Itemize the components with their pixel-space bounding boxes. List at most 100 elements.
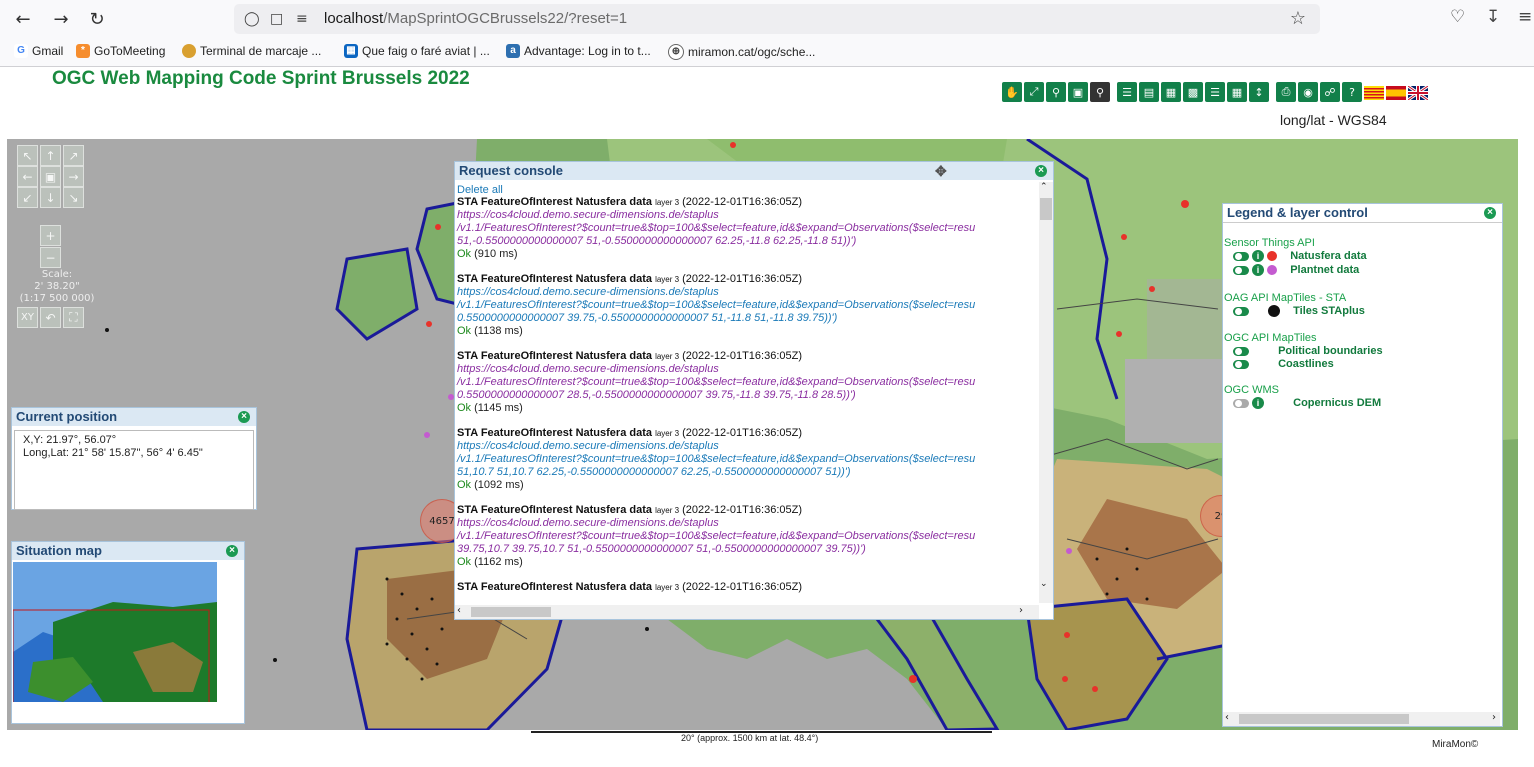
close-icon[interactable]: × <box>1035 165 1047 177</box>
request-url[interactable]: 51,-0.5500000000000007 51,-0.55000000000… <box>457 235 1036 248</box>
help-icon[interactable]: ? <box>1342 82 1362 102</box>
scroll-thumb[interactable] <box>471 607 551 617</box>
pan-north-icon[interactable]: ↑ <box>40 145 61 166</box>
view-icon[interactable]: ▤ <box>1139 82 1159 102</box>
permissions-icon[interactable]: ≡ <box>296 11 308 27</box>
layer-row-tiles-staplus[interactable]: Tiles STAplus <box>1233 305 1365 318</box>
pan-east-icon[interactable]: → <box>63 166 84 187</box>
undo-zoom-icon[interactable]: ↶ <box>40 307 61 328</box>
scroll-up-icon[interactable]: ⌃ <box>1040 182 1048 192</box>
request-url[interactable]: 39.75,10.7 39.75,10.7 51,-0.550000000000… <box>457 543 1036 556</box>
zoom-in-icon[interactable]: + <box>40 225 61 246</box>
address-bar[interactable]: ◯ □ ≡ localhost/MapSprintOGCBrussels22/?… <box>234 4 1320 34</box>
zoom-window-icon[interactable]: ⚲ <box>1046 82 1066 102</box>
pan-hand-icon[interactable]: ✋ <box>1002 82 1022 102</box>
request-url[interactable]: https://cos4cloud.demo.secure-dimensions… <box>457 363 1036 376</box>
zoom-extent-icon[interactable]: ⤢ <box>1024 82 1044 102</box>
camera-icon[interactable]: ◉ <box>1298 82 1318 102</box>
pan-south-icon[interactable]: ↓ <box>40 187 61 208</box>
visibility-toggle[interactable] <box>1233 398 1249 408</box>
request-url[interactable]: /v1.1/FeaturesOfInterest?$count=true&$to… <box>457 299 1036 312</box>
request-url[interactable]: https://cos4cloud.demo.secure-dimensions… <box>457 440 1036 453</box>
zoom-out-icon[interactable]: − <box>40 247 61 268</box>
layer-row-coastlines[interactable]: Coastlines <box>1233 358 1334 370</box>
fullscreen-icon[interactable]: ⛶ <box>63 307 84 328</box>
close-icon[interactable]: × <box>238 411 250 423</box>
forward-icon[interactable]: → <box>48 6 74 32</box>
scroll-right-icon[interactable]: › <box>1019 605 1023 616</box>
layer-row-political-boundaries[interactable]: Political boundaries <box>1233 345 1383 357</box>
bookmark-gotomeeting[interactable]: * GoToMeeting <box>76 44 165 58</box>
height-icon[interactable]: ↕ <box>1249 82 1269 102</box>
flag-spanish-icon[interactable] <box>1386 86 1406 100</box>
request-url[interactable]: 51,10.7 51,10.7 62.25,-0.550000000000000… <box>457 466 1036 479</box>
scroll-left-icon[interactable]: ‹ <box>457 605 461 616</box>
scroll-thumb[interactable] <box>1239 714 1409 724</box>
layers-icon[interactable]: ☰ <box>1205 82 1225 102</box>
layer-row-plantnet[interactable]: i Plantnet data <box>1233 264 1359 277</box>
request-url[interactable]: /v1.1/FeaturesOfInterest?$count=true&$to… <box>457 222 1036 235</box>
close-icon[interactable]: × <box>1484 207 1496 219</box>
pan-northeast-icon[interactable]: ↗ <box>63 145 84 166</box>
table-icon[interactable]: ▦ <box>1161 82 1181 102</box>
info-icon[interactable]: i <box>1252 250 1265 263</box>
bookmark-terminal[interactable]: Terminal de marcaje ... <box>182 44 321 58</box>
close-icon[interactable]: × <box>226 545 238 557</box>
layers-image-icon[interactable]: ▣ <box>1068 82 1088 102</box>
downloads-icon[interactable]: ↧ <box>1486 7 1500 27</box>
pan-southeast-icon[interactable]: ↘ <box>63 187 84 208</box>
pocket-icon[interactable]: ♡ <box>1450 7 1465 27</box>
shield-icon[interactable]: ◯ <box>244 11 260 27</box>
flag-english-icon[interactable] <box>1408 86 1428 100</box>
request-url[interactable]: /v1.1/FeaturesOfInterest?$count=true&$to… <box>457 530 1036 543</box>
request-url[interactable]: /v1.1/FeaturesOfInterest?$count=true&$to… <box>457 453 1036 466</box>
situation-map-image[interactable] <box>13 562 217 702</box>
visibility-toggle[interactable] <box>1233 251 1249 261</box>
share-icon[interactable]: ☍ <box>1320 82 1340 102</box>
request-url[interactable]: https://cos4cloud.demo.secure-dimensions… <box>457 286 1036 299</box>
bookmark-gmail[interactable]: G Gmail <box>14 44 63 58</box>
pan-southwest-icon[interactable]: ↙ <box>17 187 38 208</box>
scroll-right-icon[interactable]: › <box>1492 712 1496 723</box>
visibility-toggle[interactable] <box>1233 306 1249 316</box>
request-url[interactable]: https://cos4cloud.demo.secure-dimensions… <box>457 209 1036 222</box>
pan-northwest-icon[interactable]: ↖ <box>17 145 38 166</box>
bookmark-trello[interactable]: ▦ Que faig o faré aviat | ... <box>344 44 490 58</box>
visibility-toggle[interactable] <box>1233 265 1249 275</box>
vertical-scrollbar[interactable]: ⌃ ⌄ <box>1039 182 1053 603</box>
visibility-toggle[interactable] <box>1233 359 1249 369</box>
print-icon[interactable]: ⎙ <box>1276 82 1296 102</box>
delete-all-link[interactable]: Delete all <box>457 184 1036 196</box>
reload-icon[interactable]: ↻ <box>84 6 110 32</box>
split-icon[interactable]: ☰ <box>1117 82 1137 102</box>
flag-catalan-icon[interactable] <box>1364 86 1384 100</box>
calculator-icon[interactable]: ▦ <box>1227 82 1247 102</box>
page-icon[interactable]: □ <box>270 11 283 27</box>
url-text[interactable]: localhost/MapSprintOGCBrussels22/?reset=… <box>324 10 627 27</box>
horizontal-scrollbar[interactable]: ‹ › <box>455 605 1039 619</box>
request-url[interactable]: 0.5500000000000007 28.5,-0.5500000000000… <box>457 389 1036 402</box>
horizontal-scrollbar[interactable]: ‹ › <box>1223 712 1500 726</box>
scroll-left-icon[interactable]: ‹ <box>1225 712 1229 723</box>
info-icon[interactable]: i <box>1252 397 1265 410</box>
back-icon[interactable]: ← <box>10 6 36 32</box>
bookmark-miramon[interactable]: ⊕ miramon.cat/ogc/sche... <box>668 44 815 60</box>
visibility-toggle[interactable] <box>1233 346 1249 356</box>
scroll-down-icon[interactable]: ⌄ <box>1040 579 1048 589</box>
info-query-icon[interactable]: ⚲ <box>1090 82 1110 102</box>
calc-icon[interactable]: ▩ <box>1183 82 1203 102</box>
bookmark-star-icon[interactable]: ☆ <box>1290 8 1306 29</box>
info-icon[interactable]: i <box>1252 264 1265 277</box>
request-url[interactable]: 0.5500000000000007 39.75,-0.550000000000… <box>457 312 1036 325</box>
scroll-thumb[interactable] <box>1040 198 1052 220</box>
bookmark-advantage[interactable]: a Advantage: Log in to t... <box>506 44 651 58</box>
move-icon[interactable]: ✥ <box>935 162 947 180</box>
full-view-icon[interactable]: ▣ <box>40 166 61 187</box>
layer-row-natusfera[interactable]: i Natusfera data <box>1233 250 1367 263</box>
xy-button[interactable]: XY <box>17 307 38 328</box>
menu-icon[interactable]: ≡ <box>1518 7 1532 27</box>
request-url[interactable]: https://cos4cloud.demo.secure-dimensions… <box>457 517 1036 530</box>
layer-row-copernicus-dem[interactable]: i Copernicus DEM <box>1233 397 1381 410</box>
pan-west-icon[interactable]: ← <box>17 166 38 187</box>
request-url[interactable]: /v1.1/FeaturesOfInterest?$count=true&$to… <box>457 376 1036 389</box>
